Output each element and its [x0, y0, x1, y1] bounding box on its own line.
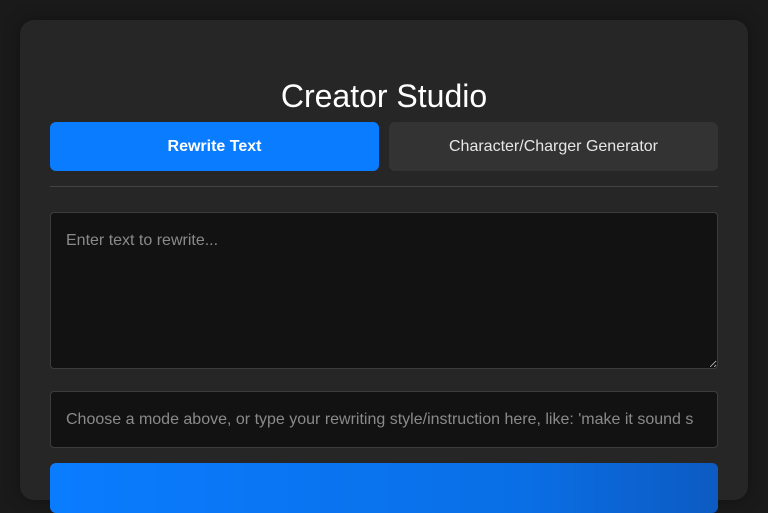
rewrite-text-input[interactable]: [50, 212, 718, 369]
page-title: Creator Studio: [280, 78, 488, 114]
mode-tabs: Rewrite Text Character/Charger Generator: [50, 122, 718, 171]
tab-character-generator[interactable]: Character/Charger Generator: [389, 122, 718, 171]
instruction-input[interactable]: [50, 391, 718, 448]
divider: [50, 186, 718, 187]
creator-studio-card: Creator Studio Rewrite Text Character/Ch…: [20, 20, 748, 513]
tab-rewrite-text[interactable]: Rewrite Text: [50, 122, 379, 171]
submit-button[interactable]: [50, 463, 718, 513]
